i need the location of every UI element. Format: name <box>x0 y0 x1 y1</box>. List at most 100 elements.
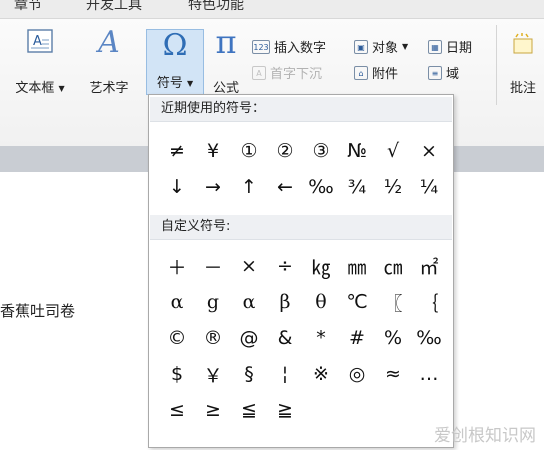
symbol-button[interactable]: Ω 符号 ▼ <box>146 28 204 95</box>
attachment-label: 附件 <box>372 67 399 82</box>
symbol-cell[interactable]: ￥ <box>195 356 231 392</box>
symbol-cell[interactable]: ↑ <box>231 169 267 205</box>
chevron-down-icon: ▼ <box>187 79 194 88</box>
symbol-cell[interactable]: α <box>231 284 267 320</box>
symbol-cell[interactable]: ≠ <box>159 133 195 169</box>
symbol-cell[interactable]: & <box>267 320 303 356</box>
attachment-button[interactable]: ⌂ 附件 <box>354 63 398 82</box>
recent-symbols-header: 近期使用的符号： <box>150 97 452 122</box>
drop-cap-label: 首字下沉 <box>270 67 323 82</box>
symbol-cell[interactable]: ㎝ <box>375 248 411 284</box>
symbol-cell[interactable]: ㎡ <box>411 248 447 284</box>
symbol-cell[interactable]: ¼ <box>411 169 447 205</box>
formula-button[interactable]: π 公式 <box>206 23 246 99</box>
comment-button[interactable]: 批注 <box>502 23 544 99</box>
symbol-cell[interactable]: × <box>411 133 447 169</box>
text-box-label: 文本框 <box>15 81 55 96</box>
recent-symbols-grid: ≠ ¥ ① ② ③ № √ × ↓ → ↑ ← ‰ ¾ ½ ¼ <box>159 133 447 205</box>
symbol-cell[interactable]: ㎜ <box>339 248 375 284</box>
symbol-cell[interactable]: － <box>195 248 231 284</box>
field-icon: ≡ <box>428 65 442 80</box>
symbol-cell[interactable]: § <box>231 356 267 392</box>
chevron-down-icon: ▼ <box>58 84 65 93</box>
art-text-label: 艺术字 <box>89 81 129 96</box>
text-box-button[interactable]: A 文本框 ▼ <box>6 23 74 99</box>
calendar-icon: ▦ <box>428 39 442 54</box>
symbol-cell[interactable]: ↓ <box>159 169 195 205</box>
object-icon: ▣ <box>354 39 368 54</box>
tab-chapter[interactable]: 章节 <box>14 0 42 14</box>
date-button[interactable]: ▦ 日期 <box>428 37 472 56</box>
symbol-cell[interactable]: ① <box>231 133 267 169</box>
symbol-cell[interactable]: 〖 <box>375 284 411 320</box>
symbol-cell[interactable]: ≦ <box>231 392 267 428</box>
symbol-cell[interactable]: √ <box>375 133 411 169</box>
symbol-cell[interactable]: $ <box>159 356 195 392</box>
symbol-cell[interactable]: ℃ <box>339 284 375 320</box>
ribbon-tab-strip: 章节 开发工具 特色功能 <box>0 0 544 18</box>
symbol-cell[interactable]: ※ <box>303 356 339 392</box>
symbol-cell[interactable]: ¾ <box>339 169 375 205</box>
symbol-cell[interactable]: ¥ <box>195 133 231 169</box>
symbol-cell[interactable]: ㎏ <box>303 248 339 284</box>
symbol-cell[interactable]: ≥ <box>195 392 231 428</box>
symbol-cell[interactable]: β <box>267 284 303 320</box>
number-icon: 123 <box>252 39 270 54</box>
custom-symbols-grid: ＋－ × ÷ ㎏㎜㎝㎡ α g α β θ ℃ 〖｛ © ® @ & * #% ‰ $ ￥ § ¦ ※ ◎ ≈… ≤ ≥ ≦ ≧ <box>159 248 447 428</box>
tab-developer-tools[interactable]: 开发工具 <box>86 0 142 14</box>
insert-number-label: 插入数字 <box>274 41 327 56</box>
symbol-cell[interactable]: ÷ <box>267 248 303 284</box>
attachment-icon: ⌂ <box>354 65 368 80</box>
watermark: 爱创根知识网 <box>434 426 536 446</box>
svg-text:A: A <box>33 34 42 49</box>
omega-icon: Ω <box>162 28 188 63</box>
pi-icon: π <box>215 23 237 61</box>
symbol-dropdown: 近期使用的符号： ≠ ¥ ① ② ③ № √ × ↓ → ↑ ← ‰ ¾ ½ ¼ 自定义符号: ＋－ × ÷ ㎏㎜㎝… <box>148 94 454 448</box>
object-button[interactable]: ▣ 对象 ▼ <box>354 37 408 56</box>
symbol-cell[interactable]: ③ <box>303 133 339 169</box>
symbol-cell[interactable]: № <box>339 133 375 169</box>
date-label: 日期 <box>446 41 473 56</box>
art-text-icon: A <box>98 25 120 60</box>
symbol-cell[interactable]: * <box>303 320 339 356</box>
comment-label: 批注 <box>509 81 536 96</box>
symbol-cell[interactable]: α <box>159 284 195 320</box>
symbol-cell[interactable]: ½ <box>375 169 411 205</box>
symbol-cell[interactable]: ≤ <box>159 392 195 428</box>
symbol-cell[interactable]: g <box>195 284 231 320</box>
symbol-cell[interactable]: → <box>195 169 231 205</box>
art-text-button[interactable]: A 艺术字 <box>78 23 140 99</box>
symbol-cell[interactable]: © <box>159 320 195 356</box>
document-text[interactable]: 香蕉吐司卷 <box>0 300 75 321</box>
field-button[interactable]: ≡ 域 <box>428 63 459 82</box>
symbol-cell[interactable]: θ <box>303 284 339 320</box>
symbol-cell[interactable]: ｛ <box>411 284 447 320</box>
comment-icon <box>513 33 533 54</box>
symbol-cell[interactable]: … <box>411 356 447 392</box>
symbol-cell[interactable]: ¦ <box>267 356 303 392</box>
text-box-icon: A <box>27 29 53 53</box>
symbol-cell[interactable]: # <box>339 320 375 356</box>
symbol-cell[interactable]: ◎ <box>339 356 375 392</box>
symbol-cell[interactable]: ≧ <box>267 392 303 428</box>
symbol-cell[interactable]: ＋ <box>159 248 195 284</box>
insert-number-button[interactable]: 123 插入数字 <box>252 37 326 56</box>
symbol-cell[interactable]: ② <box>267 133 303 169</box>
symbol-cell[interactable]: × <box>231 248 267 284</box>
custom-symbols-header: 自定义符号: <box>150 215 452 240</box>
symbol-cell[interactable]: % <box>375 320 411 356</box>
symbol-cell[interactable]: ® <box>195 320 231 356</box>
ribbon-divider <box>496 25 497 105</box>
symbol-cell[interactable]: ‰ <box>411 320 447 356</box>
symbol-cell[interactable]: ← <box>267 169 303 205</box>
symbol-cell[interactable]: @ <box>231 320 267 356</box>
chevron-down-icon: ▼ <box>402 42 409 51</box>
tab-special-features[interactable]: 特色功能 <box>188 0 244 14</box>
symbol-label: 符号 <box>156 76 183 91</box>
symbol-cell[interactable]: ≈ <box>375 356 411 392</box>
object-label: 对象 <box>372 41 399 56</box>
symbol-cell[interactable]: ‰ <box>303 169 339 205</box>
field-label: 域 <box>446 67 460 82</box>
drop-cap-icon: A <box>252 65 266 80</box>
drop-cap-button[interactable]: A 首字下沉 <box>252 63 322 82</box>
